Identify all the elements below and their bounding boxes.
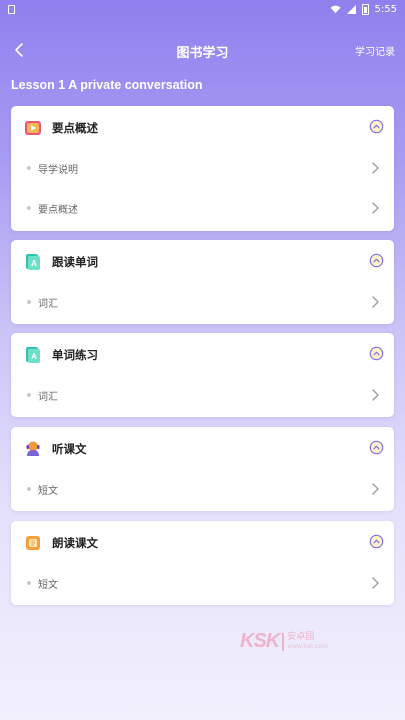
lesson-title: Lesson 1 A private conversation: [11, 78, 203, 92]
section-title: 单词练习: [52, 348, 98, 362]
listening-icon: [26, 441, 40, 456]
bullet-dot: [27, 206, 31, 210]
wifi-icon: [330, 5, 340, 13]
list-item[interactable]: 导学说明: [11, 148, 394, 188]
collapse-chevron-icon[interactable]: [369, 119, 384, 134]
watermark-title: 安卓园: [287, 631, 315, 642]
bullet-dot: [27, 300, 31, 304]
bullet-dot: [27, 487, 31, 491]
section-card-overview: 要点概述 导学说明 要点概述: [11, 106, 394, 231]
list-item-label: 短文: [38, 486, 58, 497]
section-title: 朗读课文: [52, 536, 98, 550]
section-card-word-practice: A 单词练习 词汇: [11, 333, 394, 417]
app-header: 图书学习 学习记录: [0, 32, 405, 68]
bullet-dot: [27, 393, 31, 397]
watermark-text: 安卓园 www.ksk.com: [287, 632, 328, 652]
bullet-dot: [27, 581, 31, 585]
signal-icon: [346, 4, 356, 14]
chevron-right-icon: [372, 389, 379, 401]
watermark-url: www.ksk.com: [287, 642, 329, 650]
section-header[interactable]: A 跟读单词: [11, 240, 394, 282]
section-header[interactable]: 朗读课文: [11, 521, 394, 563]
watermark: KSK 安卓园 www.ksk.com: [240, 630, 328, 653]
list-item-label: 导学说明: [38, 165, 78, 176]
word-practice-icon: A: [26, 347, 40, 363]
sim-card-icon: [8, 4, 15, 14]
section-card-follow-read: A 跟读单词 词汇: [11, 240, 394, 324]
list-item[interactable]: 短文: [11, 563, 394, 603]
status-time: 5:55: [374, 3, 397, 15]
section-title: 要点概述: [52, 121, 98, 135]
list-item[interactable]: 词汇: [11, 375, 394, 415]
list-item-label: 要点概述: [38, 205, 78, 216]
section-title: 跟读单词: [52, 255, 98, 269]
status-bar: 5:55: [0, 0, 405, 18]
study-history-button[interactable]: 学习记录: [355, 43, 395, 58]
chevron-right-icon: [372, 483, 379, 495]
battery-icon: [361, 3, 369, 15]
list-item[interactable]: 要点概述: [11, 188, 394, 228]
bullet-dot: [27, 166, 31, 170]
section-title: 听课文: [52, 442, 87, 456]
video-book-icon: [25, 121, 41, 135]
word-card-icon: A: [26, 254, 40, 270]
page-title: 图书学习: [176, 46, 229, 61]
collapse-chevron-icon[interactable]: [369, 346, 384, 361]
section-header[interactable]: 要点概述: [11, 106, 394, 148]
section-header[interactable]: A 单词练习: [11, 333, 394, 375]
chevron-right-icon: [372, 296, 379, 308]
watermark-logo: KSK: [240, 630, 280, 652]
svg-text:A: A: [31, 259, 37, 268]
collapse-chevron-icon[interactable]: [369, 440, 384, 455]
list-item-label: 词汇: [38, 299, 58, 310]
reading-aloud-icon: [26, 536, 40, 550]
list-item[interactable]: 词汇: [11, 282, 394, 322]
section-card-listening: 听课文 短文: [11, 427, 394, 511]
list-item-label: 词汇: [38, 392, 58, 403]
chevron-right-icon: [372, 577, 379, 589]
chevron-right-icon: [372, 202, 379, 214]
list-item-label: 短文: [38, 580, 58, 591]
collapse-chevron-icon[interactable]: [369, 253, 384, 268]
section-header[interactable]: 听课文: [11, 427, 394, 469]
chevron-right-icon: [372, 162, 379, 174]
svg-text:A: A: [31, 352, 37, 361]
watermark-divider: [282, 632, 285, 651]
collapse-chevron-icon[interactable]: [369, 534, 384, 549]
list-item[interactable]: 短文: [11, 469, 394, 509]
section-card-reading-aloud: 朗读课文 短文: [11, 521, 394, 605]
